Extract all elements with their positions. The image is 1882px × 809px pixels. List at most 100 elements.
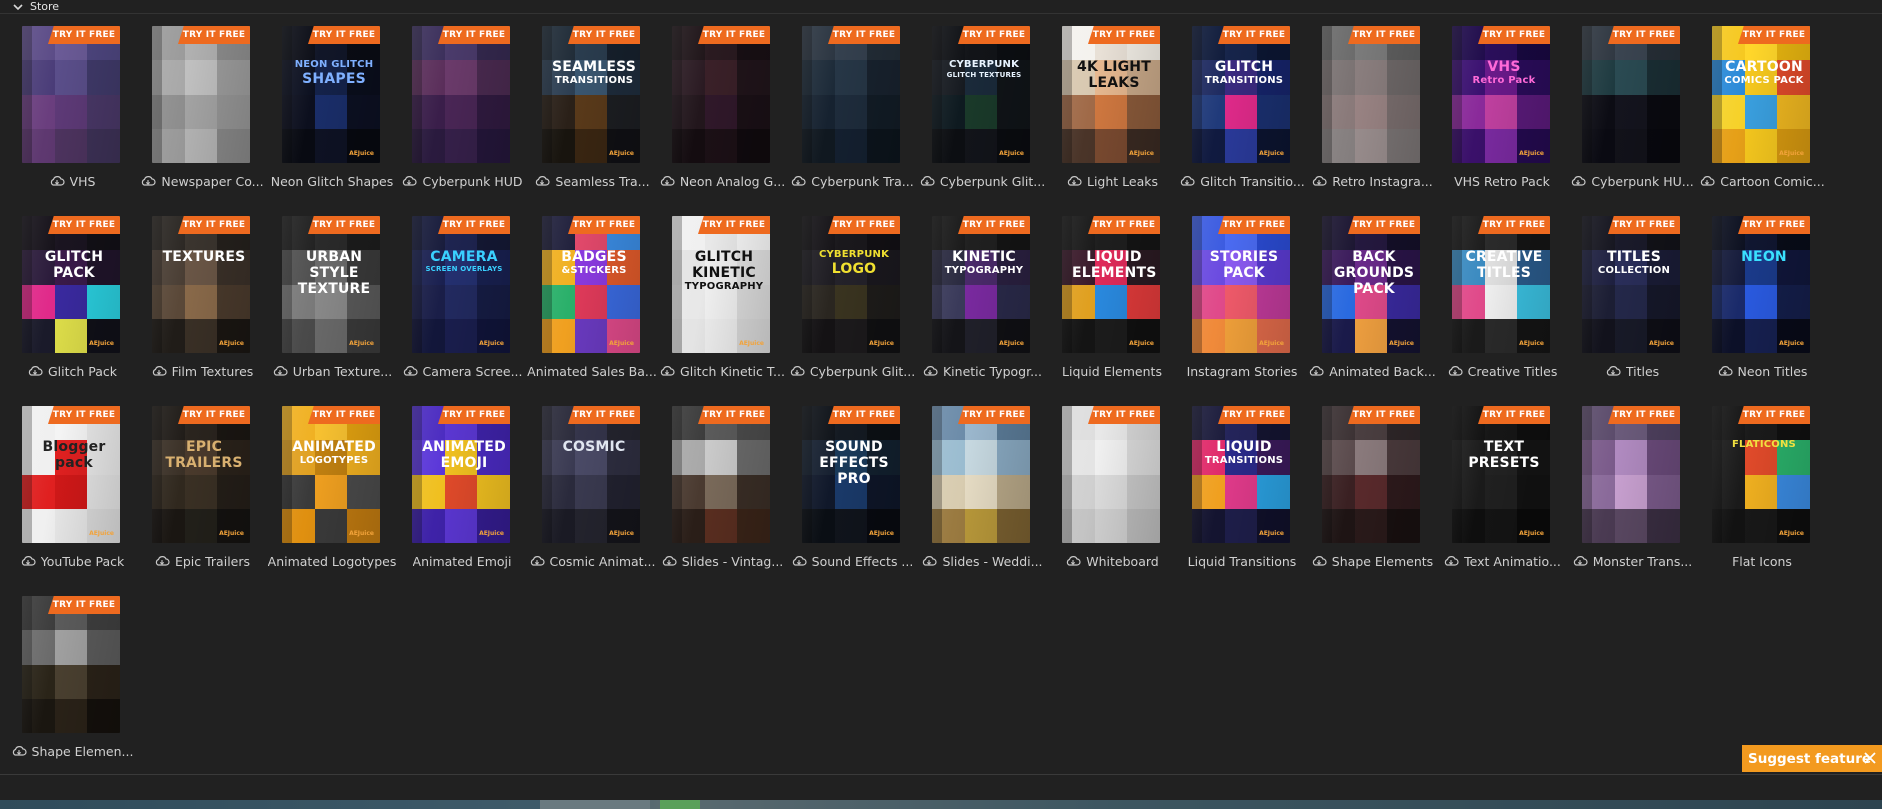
- store-item-caption[interactable]: Instagram Stories: [1172, 362, 1312, 380]
- store-item-caption[interactable]: Cyberpunk Tra...: [782, 172, 922, 190]
- product-box-thumbnail[interactable]: TRY IT FREE: [932, 406, 1030, 543]
- cloud-download-icon[interactable]: [922, 365, 938, 377]
- product-box-thumbnail[interactable]: ANIMATED EMOJI AEJuice TRY IT FREE: [412, 406, 510, 543]
- store-item[interactable]: TITLES COLLECTION AEJuice TRY IT FREE Titles: [1562, 204, 1692, 394]
- product-box-thumbnail[interactable]: TITLES COLLECTION AEJuice TRY IT FREE: [1582, 216, 1680, 353]
- product-box-thumbnail[interactable]: 4K LIGHT LEAKS AEJuice TRY IT FREE: [1062, 26, 1160, 163]
- product-box-thumbnail[interactable]: BADGES &STICKERS AEJuice TRY IT FREE: [542, 216, 640, 353]
- store-item-caption[interactable]: Epic Trailers: [132, 552, 272, 570]
- store-item[interactable]: BADGES &STICKERS AEJuice TRY IT FREE Animate…: [522, 204, 657, 394]
- product-box-thumbnail[interactable]: GLITCH TRANSITIONS AEJuice TRY IT FREE: [1192, 26, 1290, 163]
- product-box-thumbnail[interactable]: TEXTURES AEJuice TRY IT FREE: [152, 216, 250, 353]
- store-item[interactable]: TRY IT FREE Cyberpunk Tra...: [782, 14, 914, 204]
- cloud-download-icon[interactable]: [791, 555, 807, 567]
- store-item[interactable]: NEON AEJuice TRY IT FREE Neon Titles: [1692, 204, 1822, 394]
- product-box-thumbnail[interactable]: TRY IT FREE: [22, 596, 120, 733]
- cloud-download-icon[interactable]: [140, 175, 156, 187]
- store-item[interactable]: ANIMATED EMOJI AEJuice TRY IT FREE Animated …: [392, 394, 522, 584]
- product-box-thumbnail[interactable]: KINETIC TYPOGRAPHY AEJuice TRY IT FREE: [932, 216, 1030, 353]
- store-item-caption[interactable]: Flat Icons: [1692, 552, 1832, 570]
- store-item-caption[interactable]: Neon Glitch Shapes: [262, 172, 402, 190]
- cloud-download-icon[interactable]: [1311, 175, 1327, 187]
- product-box-thumbnail[interactable]: VHS Retro Pack AEJuice TRY IT FREE: [1452, 26, 1550, 163]
- product-box-thumbnail[interactable]: LIQUID TRANSITIONS AEJuice TRY IT FREE: [1192, 406, 1290, 543]
- product-box-thumbnail[interactable]: CREATIVE TITLES AEJuice TRY IT FREE: [1452, 216, 1550, 353]
- store-item[interactable]: TRY IT FREE Newspaper Co...: [132, 14, 264, 204]
- store-item-caption[interactable]: Titles: [1562, 362, 1702, 380]
- product-box-thumbnail[interactable]: TRY IT FREE: [152, 26, 250, 163]
- cloud-download-icon[interactable]: [151, 365, 167, 377]
- product-box-thumbnail[interactable]: CYBERPUNK GLITCH TEXTURES AEJuice TRY IT FR…: [932, 26, 1030, 163]
- store-item[interactable]: SEAMLESS TRANSITIONS AEJuice TRY IT FREE Sea…: [522, 14, 652, 204]
- product-box-thumbnail[interactable]: CYBERPUNK LOGO AEJuice TRY IT FREE: [802, 216, 900, 353]
- store-item[interactable]: TRY IT FREE Monster Trans...: [1562, 394, 1692, 584]
- store-item-caption[interactable]: Cyberpunk HUD: [392, 172, 532, 190]
- cloud-download-icon[interactable]: [1717, 365, 1733, 377]
- product-box-thumbnail[interactable]: SEAMLESS TRANSITIONS AEJuice TRY IT FREE: [542, 26, 640, 163]
- store-item-caption[interactable]: Cosmic Animat...: [522, 552, 662, 570]
- store-item-caption[interactable]: Animated Back...: [1302, 362, 1442, 380]
- store-item[interactable]: TRY IT FREE Shape Elemen...: [2, 584, 133, 774]
- store-item[interactable]: LIQUID TRANSITIONS AEJuice TRY IT FREE Liqui…: [1172, 394, 1302, 584]
- product-box-thumbnail[interactable]: CAMERA SCREEN OVERLAYS AEJuice TRY IT FREE: [412, 216, 510, 353]
- product-box-thumbnail[interactable]: COSMIC AEJuice TRY IT FREE: [542, 406, 640, 543]
- product-box-thumbnail[interactable]: BACK GROUNDS PACK AEJuice TRY IT FREE: [1322, 216, 1420, 353]
- store-item-caption[interactable]: Liquid Elements: [1042, 362, 1182, 380]
- cloud-download-icon[interactable]: [1699, 175, 1715, 187]
- cloud-download-icon[interactable]: [11, 745, 27, 757]
- store-item[interactable]: TRY IT FREE Cyberpunk HU...: [1562, 14, 1694, 204]
- cloud-download-icon[interactable]: [1443, 555, 1459, 567]
- cloud-download-icon[interactable]: [27, 365, 43, 377]
- store-item[interactable]: STORIES PACK AEJuice TRY IT FREE Instagram S…: [1172, 204, 1302, 394]
- store-item-caption[interactable]: Glitch Transitio...: [1172, 172, 1312, 190]
- store-item[interactable]: URBAN STYLE TEXTURE AEJuice TRY IT FREE Urban…: [262, 204, 392, 394]
- store-item-caption[interactable]: VHS Retro Pack: [1432, 172, 1572, 190]
- store-item-caption[interactable]: Glitch Kinetic T...: [652, 362, 792, 380]
- cloud-download-icon[interactable]: [402, 365, 418, 377]
- cloud-download-icon[interactable]: [921, 555, 937, 567]
- store-item[interactable]: TRY IT FREE Neon Analog G...: [652, 14, 785, 204]
- store-item-caption[interactable]: Light Leaks: [1042, 172, 1182, 190]
- store-item-caption[interactable]: Sound Effects ...: [782, 552, 922, 570]
- cloud-download-icon[interactable]: [49, 175, 65, 187]
- product-box-thumbnail[interactable]: CARTOON COMICS PACK AEJuice TRY IT FREE: [1712, 26, 1810, 163]
- store-item[interactable]: CYBERPUNK GLITCH TEXTURES AEJuice TRY IT FR…: [912, 14, 1045, 204]
- product-box-thumbnail[interactable]: TRY IT FREE: [1322, 406, 1420, 543]
- cloud-download-icon[interactable]: [1179, 175, 1195, 187]
- store-item-caption[interactable]: Glitch Pack: [2, 362, 142, 380]
- store-item[interactable]: TRY IT FREE VHS: [2, 14, 132, 204]
- cloud-download-icon[interactable]: [1570, 175, 1586, 187]
- cloud-download-icon[interactable]: [529, 555, 545, 567]
- cloud-download-icon[interactable]: [1447, 365, 1463, 377]
- cloud-download-icon[interactable]: [1066, 175, 1082, 187]
- store-item[interactable]: TRY IT FREE Cyberpunk HUD: [392, 14, 523, 204]
- store-item[interactable]: TEXTURES AEJuice TRY IT FREE Film Textures: [132, 204, 262, 394]
- store-item[interactable]: Blogger pack AEJuice TRY IT FREE YouTube Pac…: [2, 394, 132, 584]
- close-icon[interactable]: [1862, 750, 1878, 766]
- product-box-thumbnail[interactable]: TRY IT FREE: [1582, 406, 1680, 543]
- chevron-down-icon[interactable]: [10, 0, 26, 14]
- cloud-download-icon[interactable]: [659, 175, 675, 187]
- store-item-caption[interactable]: Kinetic Typogr...: [912, 362, 1052, 380]
- suggest-feature-button[interactable]: Suggest feature: [1742, 745, 1882, 772]
- cloud-download-icon[interactable]: [661, 555, 677, 567]
- store-item-caption[interactable]: YouTube Pack: [2, 552, 142, 570]
- cloud-download-icon[interactable]: [272, 365, 288, 377]
- store-item[interactable]: KINETIC TYPOGRAPHY AEJuice TRY IT FREE Kinet…: [912, 204, 1042, 394]
- store-item-caption[interactable]: Liquid Transitions: [1172, 552, 1312, 570]
- store-item-caption[interactable]: Urban Texture...: [262, 362, 402, 380]
- store-item-caption[interactable]: Neon Analog G...: [652, 172, 792, 190]
- store-item-caption[interactable]: Animated Emoji: [392, 552, 532, 570]
- product-box-thumbnail[interactable]: TRY IT FREE: [1062, 406, 1160, 543]
- store-item[interactable]: GLITCH TRANSITIONS AEJuice TRY IT FREE Glitc…: [1172, 14, 1305, 204]
- cloud-download-icon[interactable]: [1572, 555, 1588, 567]
- store-item-caption[interactable]: Cyberpunk Glit...: [912, 172, 1052, 190]
- store-item[interactable]: ANIMATED LOGOTYPES AEJuice TRY IT FREE Anima…: [262, 394, 396, 584]
- store-item[interactable]: TRY IT FREE Slides - Vintag...: [652, 394, 783, 584]
- product-box-thumbnail[interactable]: SOUND EFFECTS PRO AEJuice TRY IT FREE: [802, 406, 900, 543]
- product-box-thumbnail[interactable]: TRY IT FREE: [672, 26, 770, 163]
- product-box-thumbnail[interactable]: GLITCH PACK AEJuice TRY IT FREE: [22, 216, 120, 353]
- store-item-caption[interactable]: Newspaper Co...: [132, 172, 272, 190]
- product-box-thumbnail[interactable]: ANIMATED LOGOTYPES AEJuice TRY IT FREE: [282, 406, 380, 543]
- cloud-download-icon[interactable]: [20, 555, 36, 567]
